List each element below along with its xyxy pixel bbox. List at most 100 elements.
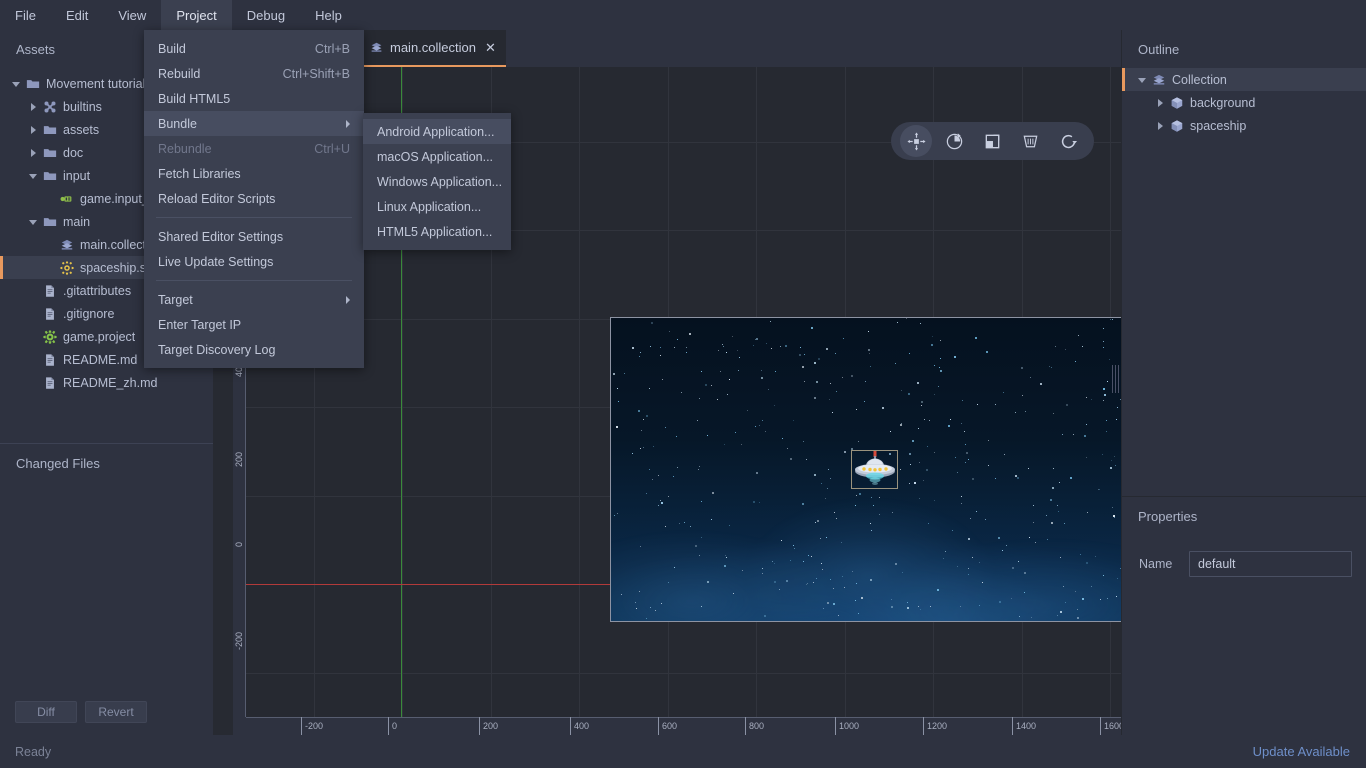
menu-item-build-html5[interactable]: Build HTML5	[144, 86, 364, 111]
close-icon[interactable]: ✕	[485, 40, 496, 56]
star	[1080, 554, 1081, 555]
menubar-item-edit[interactable]: Edit	[51, 0, 103, 30]
star	[829, 383, 831, 384]
menu-item-windows-application[interactable]: Windows Application...	[363, 169, 511, 194]
chevron-right-icon[interactable]	[27, 123, 41, 137]
star	[695, 544, 698, 547]
tab-main-collection[interactable]: main.collection ✕	[360, 30, 506, 67]
star	[1014, 411, 1016, 413]
star	[998, 600, 1001, 603]
diff-button[interactable]: Diff	[15, 701, 77, 723]
tree-row[interactable]: README_zh.md	[0, 371, 213, 394]
star	[872, 505, 874, 507]
star	[920, 405, 922, 407]
chevron-down-icon[interactable]	[27, 169, 41, 183]
star	[639, 355, 641, 357]
chevron-down-icon[interactable]	[1136, 73, 1150, 87]
outline-tree[interactable]: Collection background spaceship	[1122, 68, 1366, 137]
menu-item-enter-target-ip[interactable]: Enter Target IP	[144, 312, 364, 337]
star	[926, 445, 928, 447]
star	[960, 606, 962, 608]
star	[704, 383, 707, 386]
gameobject-icon	[1168, 96, 1186, 110]
menu-item-build[interactable]: Build Ctrl+B	[144, 36, 364, 61]
star	[825, 497, 827, 499]
revert-button[interactable]: Revert	[85, 701, 147, 723]
star	[673, 476, 675, 478]
star	[779, 588, 781, 590]
star	[1102, 400, 1104, 401]
menu-item-target[interactable]: Target	[144, 287, 364, 312]
name-input[interactable]	[1189, 551, 1352, 577]
star	[1081, 597, 1084, 600]
outline-row[interactable]: spaceship	[1122, 114, 1366, 137]
star	[1021, 367, 1024, 370]
menubar-item-file[interactable]: File	[0, 0, 51, 30]
menu-item-macos-application[interactable]: macOS Application...	[363, 144, 511, 169]
menu-item-android-application[interactable]: Android Application...	[363, 119, 511, 144]
star	[653, 445, 655, 447]
menubar-item-project[interactable]: Project	[161, 0, 232, 30]
menu-item-live-update-settings[interactable]: Live Update Settings	[144, 249, 364, 274]
menu-item-bundle[interactable]: Bundle	[144, 111, 364, 136]
outline-row[interactable]: Collection	[1122, 68, 1366, 91]
star	[762, 572, 764, 574]
panel-resize-handle[interactable]	[1110, 365, 1120, 393]
menu-item-html5-application[interactable]: HTML5 Application...	[363, 219, 511, 244]
star	[817, 519, 820, 522]
update-available-link[interactable]: Update Available	[1253, 744, 1350, 759]
menubar-item-view[interactable]: View	[103, 0, 161, 30]
star	[1051, 521, 1054, 524]
menu-item-reload-editor-scripts[interactable]: Reload Editor Scripts	[144, 186, 364, 211]
star	[822, 569, 824, 570]
chevron-right-icon[interactable]	[27, 146, 41, 160]
star	[681, 391, 683, 393]
star	[701, 606, 703, 608]
menu-item-fetch-libraries[interactable]: Fetch Libraries	[144, 161, 364, 186]
menu-item-shared-editor-settings[interactable]: Shared Editor Settings	[144, 224, 364, 249]
star	[919, 461, 921, 463]
erase-tool-button[interactable]	[1015, 125, 1047, 157]
scale-tool-button[interactable]	[976, 125, 1008, 157]
star	[850, 375, 853, 378]
menu-item-rebuild[interactable]: Rebuild Ctrl+Shift+B	[144, 61, 364, 86]
menu-item-label: HTML5 Application...	[377, 224, 493, 239]
chevron-right-icon[interactable]	[27, 100, 41, 114]
star	[1101, 454, 1103, 456]
menubar-item-help[interactable]: Help	[300, 0, 357, 30]
menubar-item-debug[interactable]: Debug	[232, 0, 300, 30]
chevron-down-icon[interactable]	[10, 77, 24, 91]
star	[733, 592, 735, 594]
star	[1077, 609, 1079, 611]
star	[770, 347, 772, 349]
menu-item-linux-application[interactable]: Linux Application...	[363, 194, 511, 219]
star	[833, 602, 836, 605]
star	[1050, 367, 1052, 369]
star	[964, 430, 966, 432]
menu-item-label: Target	[158, 292, 193, 307]
chevron-right-icon[interactable]	[1154, 96, 1168, 110]
rotate-tool-button[interactable]	[938, 125, 970, 157]
menu-item-target-discovery-log[interactable]: Target Discovery Log	[144, 337, 364, 362]
star	[969, 517, 971, 519]
chevron-right-icon[interactable]	[1154, 119, 1168, 133]
reload-tool-button[interactable]	[1053, 125, 1085, 157]
project-menu-dropdown[interactable]: Build Ctrl+B Rebuild Ctrl+Shift+B Build HTML…	[144, 30, 364, 368]
outline-row[interactable]: background	[1122, 91, 1366, 114]
star	[1065, 348, 1067, 350]
star	[648, 468, 650, 470]
chevron-down-icon[interactable]	[27, 215, 41, 229]
star	[995, 403, 997, 405]
star	[821, 562, 823, 564]
game-scene-rect[interactable]	[610, 317, 1121, 622]
star	[842, 575, 844, 577]
move-tool-button[interactable]	[900, 125, 933, 157]
star	[834, 353, 836, 355]
star	[987, 464, 989, 466]
star	[835, 390, 837, 392]
star	[933, 452, 935, 454]
bundle-submenu-dropdown[interactable]: Android Application... macOS Application.…	[363, 113, 511, 250]
star	[1002, 550, 1004, 551]
star	[620, 593, 622, 595]
